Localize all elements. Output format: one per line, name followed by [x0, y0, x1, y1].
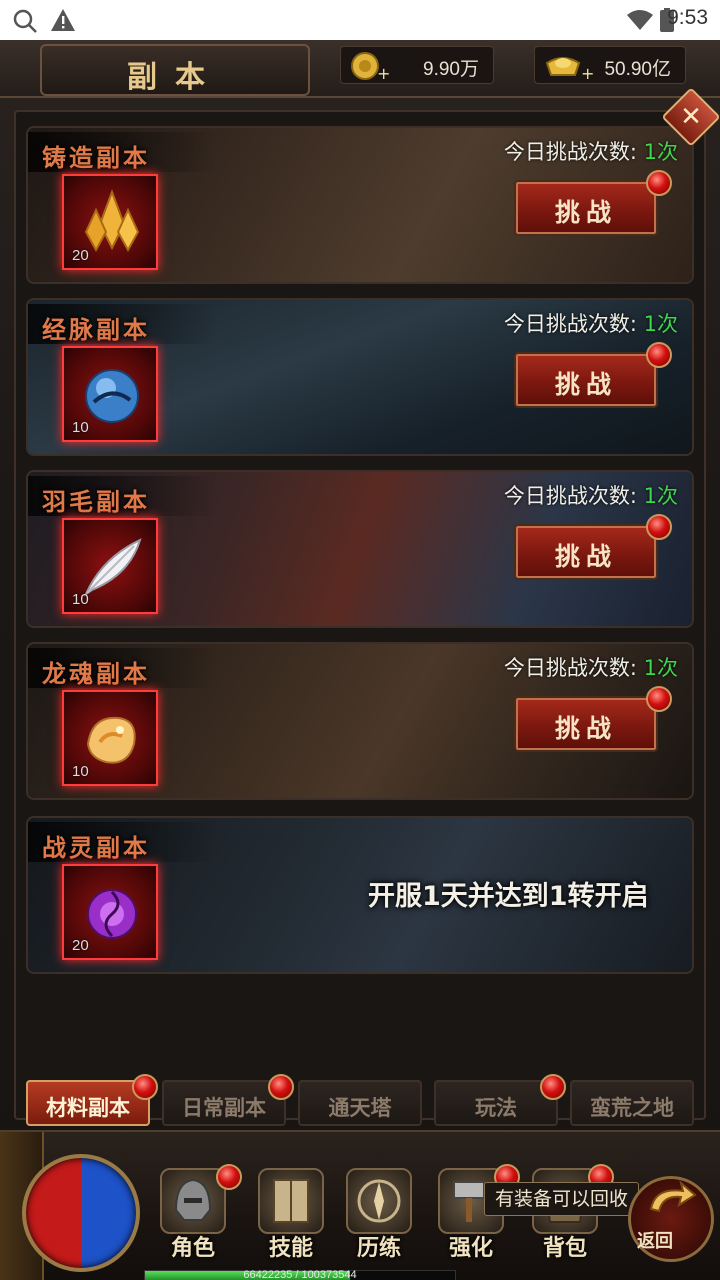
- reward-item-slot[interactable]: 10: [62, 518, 158, 614]
- challenge-count-label: 今日挑战次数:: [503, 312, 637, 336]
- nav-label: 角色: [170, 1235, 215, 1261]
- return-arrow-icon: [649, 1180, 697, 1213]
- svg-text:+: +: [377, 64, 389, 83]
- dungeon-name: 羽毛副本: [42, 487, 150, 516]
- dungeon-name: 龙魂副本: [42, 659, 150, 688]
- item-quantity: 20: [72, 937, 89, 954]
- ingot-value: 50.90亿: [604, 59, 671, 80]
- gold-ingot-icon: +: [543, 49, 594, 87]
- challenge-button-label: 挑战: [554, 714, 617, 743]
- notification-dot: [540, 1074, 566, 1100]
- tab-sky-tower[interactable]: 通天塔: [298, 1080, 422, 1126]
- challenge-button[interactable]: 挑战: [514, 696, 658, 752]
- tab-label: 通天塔: [328, 1096, 392, 1120]
- tab-gameplay[interactable]: 玩法: [434, 1074, 566, 1126]
- challenge-count: 今日挑战次数: 1次: [504, 136, 678, 166]
- notification-dot: [646, 170, 672, 196]
- nav-label: 强化: [448, 1235, 493, 1261]
- warning-icon: [50, 8, 76, 36]
- reward-item-slot[interactable]: 10: [62, 346, 158, 442]
- status-time: 9:53: [667, 6, 708, 29]
- notification-dot: [132, 1074, 158, 1100]
- dungeon-name: 战灵副本: [42, 833, 150, 862]
- gold-value: 9.90万: [423, 59, 479, 80]
- top-bar: 副本 + 9.90万 + 50.90亿: [0, 40, 720, 98]
- nav-character[interactable]: 角色: [150, 1164, 242, 1261]
- notification-dot: [268, 1074, 294, 1100]
- dungeon-window: 副本 + 9.90万 + 50.90亿 铸造副本 20 今日挑战次数: 1次 挑…: [0, 40, 720, 1280]
- tab-label: 玩法: [475, 1096, 517, 1120]
- return-button[interactable]: 返回: [628, 1176, 714, 1262]
- dungeon-card-feather: 羽毛副本 10 今日挑战次数: 1次 挑战: [26, 470, 694, 628]
- tab-material-dungeon[interactable]: 材料副本: [26, 1074, 158, 1126]
- gold-resource[interactable]: + 9.90万: [340, 46, 494, 84]
- title-plate: 副本: [40, 44, 310, 96]
- item-quantity: 10: [72, 591, 89, 608]
- challenge-button-label: 挑战: [554, 542, 617, 571]
- challenge-count-label: 今日挑战次数:: [503, 656, 637, 680]
- dungeon-card-battle-spirit: 战灵副本 20 开服1天并达到1转开启: [26, 816, 694, 974]
- tab-label: 材料副本: [46, 1096, 130, 1120]
- nav-label: 历练: [356, 1235, 401, 1261]
- ingot-resource[interactable]: + 50.90亿: [534, 46, 686, 84]
- challenge-count-value: 1次: [643, 484, 678, 508]
- challenge-count: 今日挑战次数: 1次: [504, 652, 678, 682]
- item-quantity: 20: [72, 247, 89, 264]
- reward-item-slot[interactable]: 20: [62, 174, 158, 270]
- challenge-button[interactable]: 挑战: [514, 352, 658, 408]
- notification-dot: [646, 686, 672, 712]
- dungeon-card-meridian: 经脉副本 10 今日挑战次数: 1次 挑战: [26, 298, 694, 456]
- challenge-count-value: 1次: [643, 656, 678, 680]
- notification-dot: [646, 514, 672, 540]
- experience-bar: 66422235 / 100373544: [144, 1269, 456, 1280]
- close-icon: ✕: [680, 102, 702, 132]
- unlock-requirement: 开服1天并达到1转开启: [368, 881, 649, 912]
- nav-label: 背包: [542, 1235, 587, 1261]
- notification-dot: [216, 1164, 242, 1190]
- reward-item-slot[interactable]: 10: [62, 690, 158, 786]
- challenge-button-label: 挑战: [554, 198, 617, 227]
- tab-wild-land[interactable]: 蛮荒之地: [570, 1080, 694, 1126]
- tab-label: 日常副本: [182, 1096, 266, 1120]
- notification-dot: [646, 342, 672, 368]
- page-title: 副本: [127, 60, 223, 95]
- bottom-nav-bar: 角色 技能 历练 强化 背包 有装备可以回收 返回 66422235 / 100…: [0, 1130, 720, 1280]
- experience-text: 66422235 / 100373544: [243, 1269, 357, 1280]
- search-icon: [12, 8, 38, 38]
- svg-text:+: +: [581, 64, 593, 83]
- dungeon-tabs: 材料副本 日常副本 通天塔 玩法 蛮荒之地: [26, 1074, 694, 1130]
- tab-daily-dungeon[interactable]: 日常副本: [162, 1074, 294, 1126]
- dungeon-name: 铸造副本: [42, 143, 150, 172]
- book-icon: [258, 1168, 324, 1234]
- challenge-button[interactable]: 挑战: [514, 180, 658, 236]
- return-label: 返回: [637, 1231, 673, 1252]
- hp-mp-orb: [22, 1154, 140, 1272]
- challenge-count: 今日挑战次数: 1次: [504, 308, 678, 338]
- item-quantity: 10: [72, 763, 89, 780]
- nav-skills[interactable]: 技能: [248, 1168, 334, 1261]
- challenge-count: 今日挑战次数: 1次: [504, 480, 678, 510]
- challenge-button-label: 挑战: [554, 370, 617, 399]
- dungeon-card-forge: 铸造副本 20 今日挑战次数: 1次 挑战: [26, 126, 694, 284]
- dungeon-name: 经脉副本: [42, 315, 150, 344]
- compass-icon: [346, 1168, 412, 1234]
- wifi-icon: [626, 9, 654, 35]
- challenge-count-value: 1次: [643, 140, 678, 164]
- challenge-count-label: 今日挑战次数:: [503, 484, 637, 508]
- gold-coin-icon: +: [349, 49, 390, 87]
- recycle-tooltip[interactable]: 有装备可以回收: [484, 1182, 640, 1216]
- nav-label: 技能: [268, 1235, 313, 1261]
- reward-item-slot[interactable]: 20: [62, 864, 158, 960]
- challenge-count-label: 今日挑战次数:: [503, 140, 637, 164]
- challenge-count-value: 1次: [643, 312, 678, 336]
- item-quantity: 10: [72, 419, 89, 436]
- status-bar: 9:53: [0, 0, 720, 40]
- dungeon-card-dragon-soul: 龙魂副本 10 今日挑战次数: 1次 挑战: [26, 642, 694, 800]
- tab-label: 蛮荒之地: [590, 1096, 674, 1120]
- challenge-button[interactable]: 挑战: [514, 524, 658, 580]
- nav-training[interactable]: 历练: [336, 1168, 422, 1261]
